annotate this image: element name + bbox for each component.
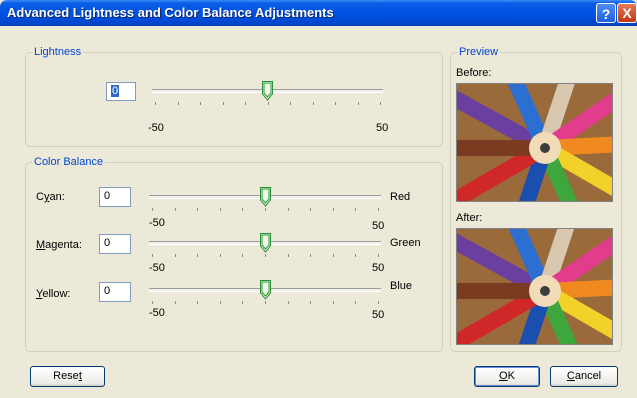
green-label: Green (390, 237, 421, 249)
slider-tick (197, 254, 199, 257)
reset-button[interactable]: Reset (30, 366, 105, 387)
slider-tick (335, 102, 336, 105)
slider-tick (265, 208, 266, 211)
slider-thumb-icon[interactable] (260, 233, 271, 253)
slider-tick (290, 102, 291, 105)
slider-tick (219, 301, 221, 304)
slider-tick (355, 254, 357, 257)
yellow-blue-field[interactable]: 0 (99, 282, 131, 302)
before-label: Before: (456, 67, 492, 79)
slider-tick (174, 208, 176, 211)
slider-tick (177, 102, 179, 105)
yellow-max-label: 50 (372, 309, 385, 321)
slider-tick (219, 254, 221, 257)
slider-tick (380, 102, 381, 105)
slider-tick (287, 254, 289, 257)
slider-thumb-icon[interactable] (260, 187, 271, 207)
close-button[interactable]: X (617, 3, 637, 23)
slider-tick (332, 254, 334, 257)
close-icon: X (622, 5, 632, 21)
cancel-button[interactable]: Cancel (550, 366, 618, 387)
yellow-min-label: -50 (149, 307, 165, 319)
before-preview-image (456, 83, 613, 202)
slider-tick (242, 254, 244, 257)
title-bar[interactable]: Advanced Lightness and Color Balance Adj… (0, 0, 637, 26)
after-preview-image (456, 228, 613, 345)
color-balance-group-label: Color Balance (32, 156, 106, 168)
slider-tick (287, 301, 289, 304)
slider-tick (155, 102, 156, 105)
slider-tick (355, 208, 357, 211)
color-balance-group: Color Balance (25, 156, 443, 352)
lightness-value-field[interactable]: 0 (106, 82, 136, 101)
slider-tick (378, 254, 379, 257)
help-icon: ? (601, 6, 611, 22)
slider-tick (174, 301, 176, 304)
slider-tick (174, 254, 176, 257)
lightness-group-label: Lightness (32, 46, 84, 58)
cyan-max-label: 50 (372, 220, 385, 232)
magenta-label: Magenta: (36, 239, 82, 251)
slider-tick (197, 301, 199, 304)
cyan-min-label: -50 (149, 217, 165, 229)
slider-tick (222, 102, 224, 105)
lightness-max-label: 50 (376, 122, 389, 134)
slider-tick (332, 301, 334, 304)
slider-tick (310, 254, 312, 257)
pencils-image-before (457, 84, 612, 201)
slider-tick (378, 208, 379, 211)
cyan-red-field[interactable]: 0 (99, 187, 131, 207)
window-title: Advanced Lightness and Color Balance Adj… (7, 5, 334, 20)
slider-tick (197, 208, 199, 211)
red-label: Red (390, 191, 411, 203)
magenta-green-field[interactable]: 0 (99, 234, 131, 254)
slider-tick (355, 301, 357, 304)
after-label: After: (456, 212, 483, 224)
slider-thumb-icon[interactable] (260, 280, 271, 300)
magenta-min-label: -50 (149, 262, 165, 274)
magenta-max-label: 50 (372, 262, 385, 274)
slider-thumb-icon[interactable] (262, 81, 273, 101)
slider-tick (267, 102, 269, 105)
help-button[interactable]: ? (596, 3, 616, 23)
slider-tick (265, 254, 266, 257)
slider-tick (312, 102, 314, 105)
slider-tick (152, 254, 153, 257)
yellow-label: Yellow: (36, 288, 71, 300)
slider-tick (310, 301, 312, 304)
slider-tick (152, 301, 153, 304)
slider-tick (219, 208, 221, 211)
slider-tick (245, 102, 246, 105)
slider-tick (242, 208, 244, 211)
preview-group-label: Preview (457, 46, 501, 58)
slider-tick (310, 208, 312, 211)
ok-button[interactable]: OK (474, 366, 540, 387)
slider-tick (287, 208, 289, 211)
slider-tick (332, 208, 334, 211)
lightness-min-label: -50 (148, 122, 164, 134)
pencils-image-after (457, 229, 612, 344)
slider-tick (152, 208, 153, 211)
blue-label: Blue (390, 280, 413, 292)
slider-tick (265, 301, 266, 304)
slider-tick (378, 301, 379, 304)
cyan-label: Cyan: (36, 191, 65, 203)
slider-tick (242, 301, 244, 304)
dialog-window: Advanced Lightness and Color Balance Adj… (0, 0, 637, 398)
slider-tick (357, 102, 359, 105)
slider-tick (200, 102, 201, 105)
